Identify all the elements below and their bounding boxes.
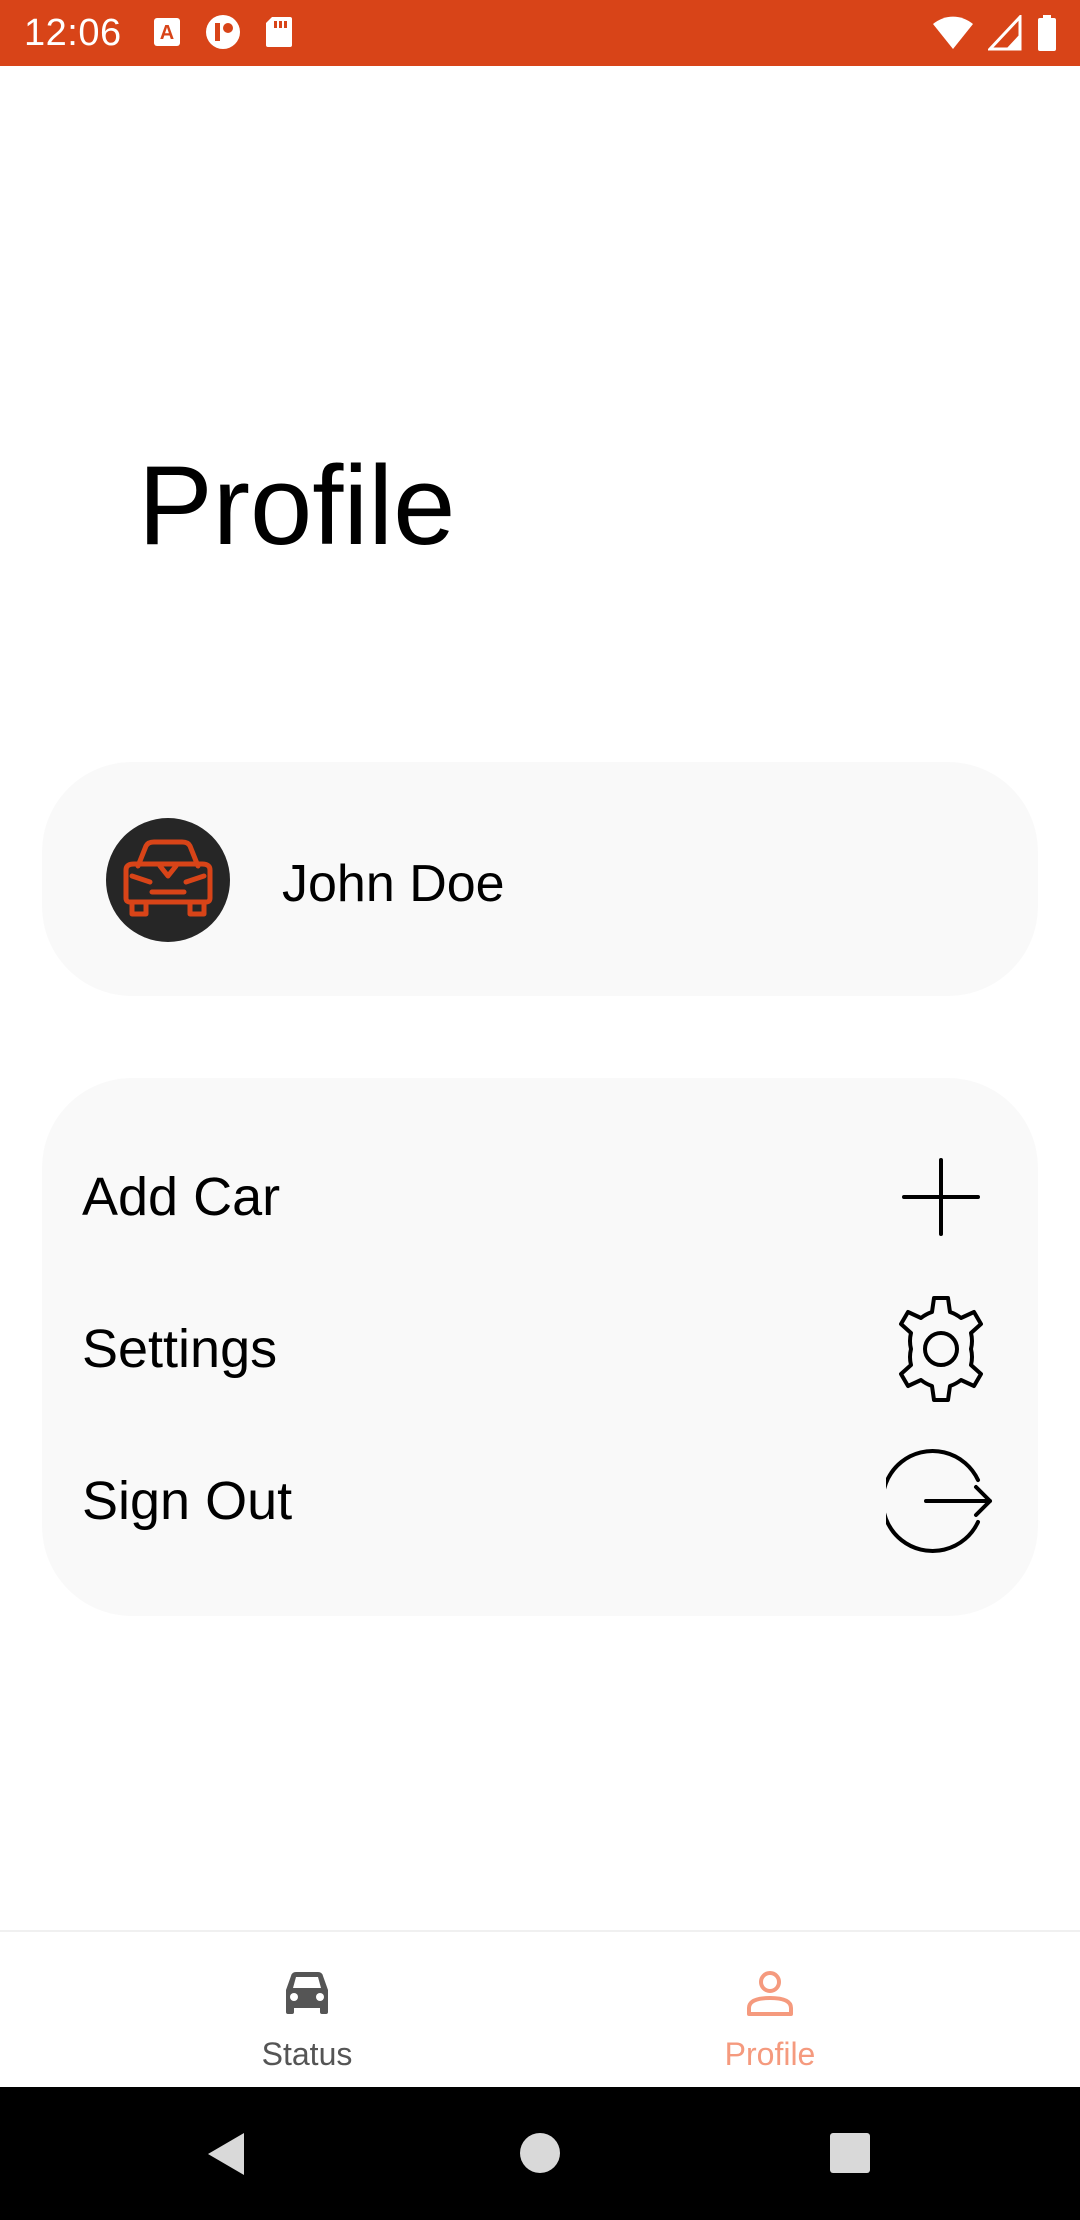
autofill-icon: A — [154, 18, 180, 46]
plus-icon — [902, 1158, 980, 1236]
menu-item-label: Settings — [82, 1319, 278, 1379]
add-car-button[interactable]: Add Car — [42, 1122, 1038, 1272]
gear-icon — [899, 1296, 983, 1402]
profile-card[interactable]: John Doe — [42, 762, 1038, 996]
battery-icon — [1038, 15, 1056, 51]
page-title: Profile — [138, 443, 456, 568]
tab-label: Status — [261, 2036, 353, 2072]
sign-out-button[interactable]: Sign Out — [42, 1426, 1038, 1576]
person-icon — [747, 1971, 793, 2016]
user-name: John Doe — [282, 855, 505, 913]
status-time: 12:06 — [24, 12, 122, 54]
menu-card: Add Car Settings Sign Out — [42, 1078, 1038, 1616]
recents-icon[interactable] — [829, 2131, 871, 2175]
sign-out-icon — [886, 1449, 992, 1553]
status-notification-icons: A — [152, 14, 294, 50]
car-front-icon — [123, 839, 213, 917]
back-icon[interactable] — [204, 2131, 246, 2177]
bottom-nav: Status Profile — [0, 1930, 1080, 2087]
sd-card-icon — [266, 17, 292, 47]
notification-icon — [206, 15, 240, 49]
tab-status[interactable]: Status — [37, 1932, 577, 2089]
menu-item-label: Sign Out — [82, 1471, 293, 1531]
avatar — [106, 818, 230, 942]
car-icon — [286, 1972, 328, 2014]
tab-label: Profile — [724, 2036, 816, 2072]
status-bar: 12:06 A — [0, 0, 1080, 66]
settings-button[interactable]: Settings — [42, 1274, 1038, 1424]
svg-text:A: A — [160, 22, 174, 44]
status-system-icons — [932, 14, 1058, 52]
system-nav-bar — [0, 2087, 1080, 2220]
menu-item-label: Add Car — [82, 1167, 281, 1227]
tab-profile[interactable]: Profile — [500, 1932, 1040, 2089]
wifi-icon — [933, 16, 973, 49]
signal-icon — [988, 15, 1022, 51]
home-icon[interactable] — [518, 2131, 562, 2175]
